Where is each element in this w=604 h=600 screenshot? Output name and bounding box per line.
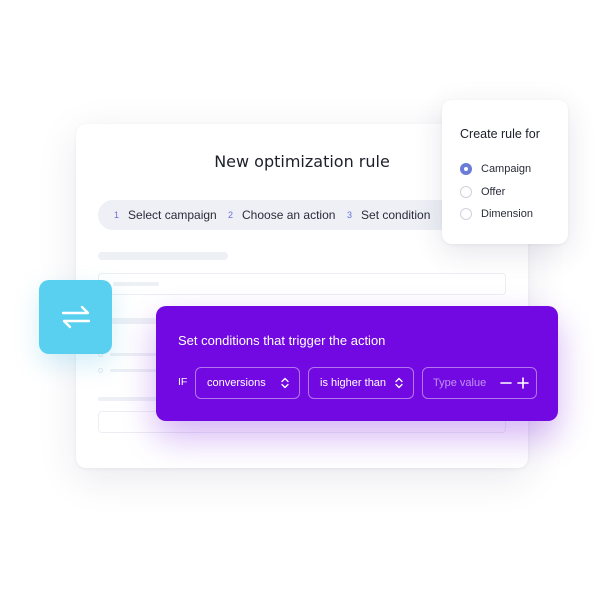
value-input[interactable] <box>423 368 493 398</box>
step-set-condition[interactable]: 3 Set condition <box>347 200 430 230</box>
radio-unchecked-icon[interactable] <box>460 208 472 220</box>
skeleton-radio <box>98 368 103 373</box>
popover-title: Create rule for <box>460 127 540 141</box>
metric-select[interactable]: conversions <box>195 367 300 399</box>
step-number: 1 <box>114 210 120 220</box>
step-number: 3 <box>347 210 353 220</box>
metric-select-value: conversions <box>207 377 266 389</box>
step-choose-action[interactable]: 2 Choose an action <box>228 200 335 230</box>
radio-label: Campaign <box>481 163 532 175</box>
step-label: Choose an action <box>242 208 336 222</box>
step-select-campaign[interactable]: 1 Select campaign <box>114 200 217 230</box>
operator-select-value: is higher than <box>320 377 387 389</box>
radio-unchecked-icon[interactable] <box>460 186 472 198</box>
radio-checked-icon[interactable] <box>460 163 472 175</box>
conditions-title: Set conditions that trigger the action <box>178 333 386 348</box>
skeleton-line <box>113 282 159 286</box>
create-rule-popover: Create rule for Campaign Offer Dimension <box>442 100 568 244</box>
swap-arrows-icon <box>61 305 90 329</box>
plus-icon[interactable] <box>516 375 530 391</box>
select-caret-icon <box>395 377 403 389</box>
skeleton-line <box>110 369 160 372</box>
radio-label: Offer <box>481 186 506 198</box>
radio-option-campaign[interactable]: Campaign <box>460 163 531 175</box>
skeleton-label <box>98 397 158 401</box>
value-field[interactable] <box>422 367 537 399</box>
conditions-card: Set conditions that trigger the action I… <box>156 306 558 421</box>
select-caret-icon <box>281 377 289 389</box>
radio-option-offer[interactable]: Offer <box>460 186 505 198</box>
step-number: 2 <box>228 210 234 220</box>
step-label: Set condition <box>361 208 431 222</box>
step-label: Select campaign <box>128 208 217 222</box>
skeleton-line <box>110 353 160 356</box>
skeleton-field <box>98 273 506 295</box>
swap-tile <box>39 280 112 354</box>
operator-select[interactable]: is higher than <box>308 367 414 399</box>
if-label: IF <box>178 376 188 388</box>
minus-icon[interactable] <box>499 375 513 391</box>
skeleton-label <box>98 252 228 260</box>
radio-option-dimension[interactable]: Dimension <box>460 208 533 220</box>
radio-label: Dimension <box>481 208 533 220</box>
rule-stepper: 1 Select campaign 2 Choose an action 3 S… <box>98 200 458 230</box>
